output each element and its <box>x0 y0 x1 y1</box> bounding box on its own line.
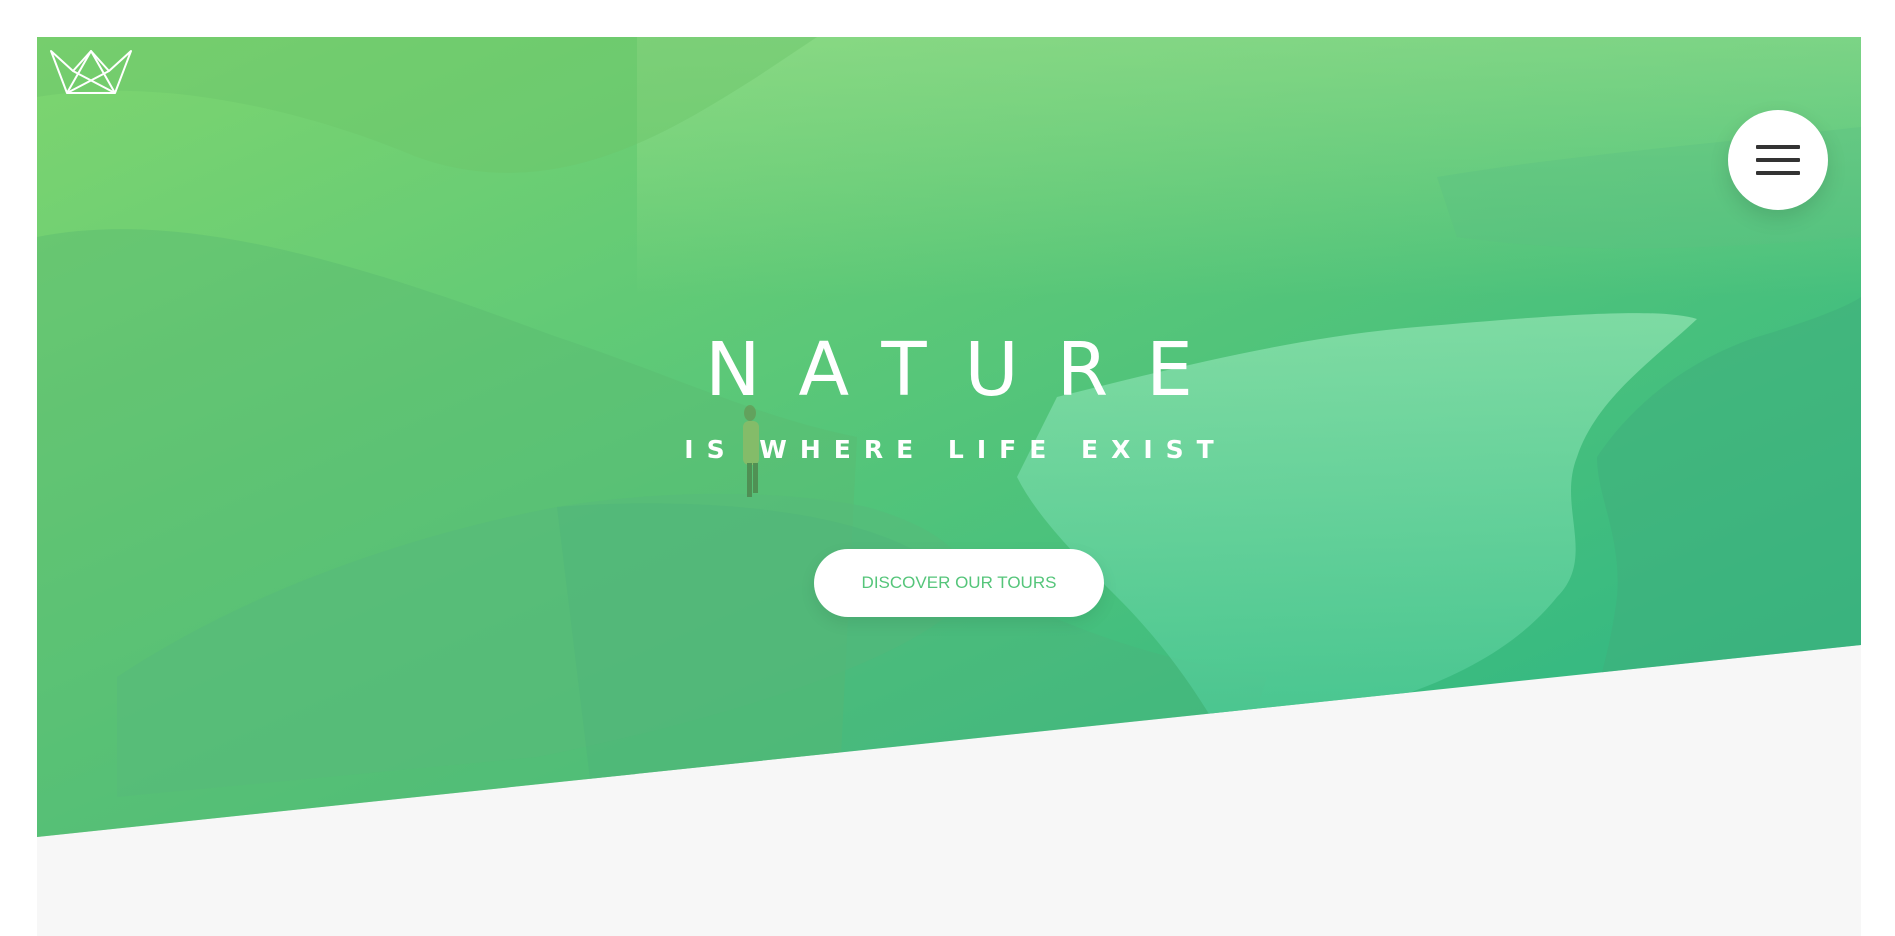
hero-title-sub: IS WHERE LIFE EXIST <box>684 435 1227 464</box>
hamburger-menu-icon <box>1756 145 1800 175</box>
hero-title-main: NATURE <box>705 327 1231 413</box>
discover-tours-button[interactable]: DISCOVER OUR TOURS <box>814 549 1104 617</box>
menu-icon-line <box>1756 171 1800 175</box>
page: NATURE IS WHERE LIFE EXIST DISCOVER OUR … <box>37 37 1861 936</box>
menu-button[interactable] <box>1728 110 1828 210</box>
hero-heading: NATURE IS WHERE LIFE EXIST <box>37 325 1861 465</box>
crown-logo-icon[interactable] <box>49 49 133 95</box>
menu-icon-line <box>1756 145 1800 149</box>
hero-header: NATURE IS WHERE LIFE EXIST DISCOVER OUR … <box>37 37 1861 837</box>
menu-icon-line <box>1756 158 1800 162</box>
